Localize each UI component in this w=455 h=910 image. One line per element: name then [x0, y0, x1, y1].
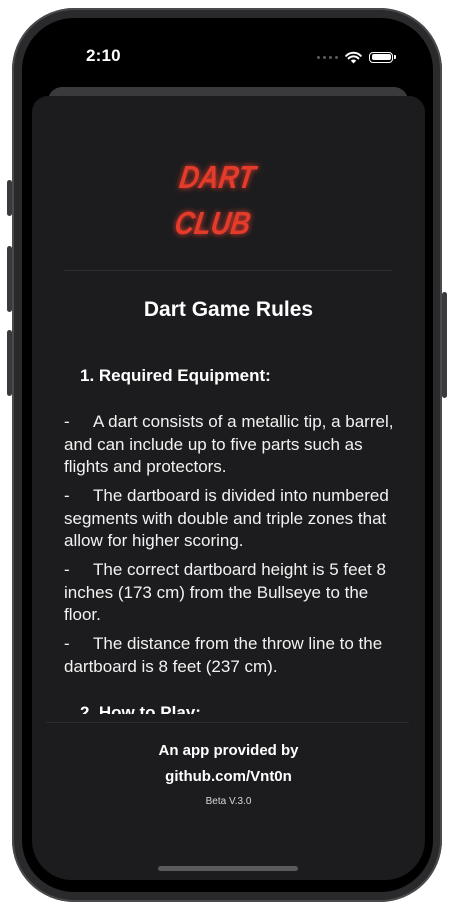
- rule-item: - The dartboard is divided into numbered …: [64, 485, 399, 553]
- volume-up-button: [7, 246, 12, 312]
- page-title: Dart Game Rules: [143, 298, 314, 321]
- rule-text: The dartboard is divided into numbered s…: [64, 486, 389, 550]
- footer-credit: An app provided by: [158, 742, 299, 759]
- volume-down-button: [7, 330, 12, 396]
- status-time: 2:10: [86, 46, 121, 65]
- header-divider: [64, 270, 392, 271]
- rule-bullet: -: [64, 412, 70, 431]
- rule-text: The correct dartboard height is 5 feet 8…: [64, 560, 386, 624]
- section-heading: 2. How to Play:: [80, 703, 201, 714]
- power-button: [442, 292, 447, 398]
- home-indicator[interactable]: [158, 866, 298, 871]
- rule-text: A dart consists of a metallic tip, a bar…: [64, 412, 394, 476]
- rule-bullet: -: [64, 486, 70, 505]
- rule-bullet: -: [64, 560, 70, 579]
- section-heading: 1. Required Equipment:: [80, 366, 271, 385]
- cellular-dots-icon: [317, 55, 338, 59]
- status-icons: [317, 48, 396, 66]
- rule-text: The distance from the throw line to the …: [64, 634, 383, 676]
- action-button: [7, 180, 12, 216]
- screen: 2:10 DART CLUB Dart Game Rules 1. Requir…: [22, 18, 433, 892]
- dart-club-logo: DART CLUB: [172, 160, 260, 241]
- rule-item: -A dart consists of a metallic tip, a ba…: [64, 411, 399, 479]
- battery-icon: [369, 51, 396, 63]
- footer-divider: [46, 722, 409, 723]
- footer-github-link[interactable]: github.com/Vnt0n: [32, 768, 425, 785]
- footer-version: Beta V.3.0: [205, 796, 252, 807]
- logo-line2: CLUB: [172, 206, 253, 241]
- rule-bullet: -: [64, 634, 70, 653]
- rules-scroll-area[interactable]: 1. Required Equipment: -A dart consists …: [32, 356, 425, 714]
- rule-item: - The correct dartboard height is 5 feet …: [64, 559, 399, 627]
- rules-sheet[interactable]: DART CLUB Dart Game Rules 1. Required Eq…: [32, 96, 425, 880]
- wifi-icon: [345, 51, 362, 63]
- logo-line1: DART: [177, 160, 260, 195]
- rule-item: - The distance from the throw line to the…: [64, 633, 399, 678]
